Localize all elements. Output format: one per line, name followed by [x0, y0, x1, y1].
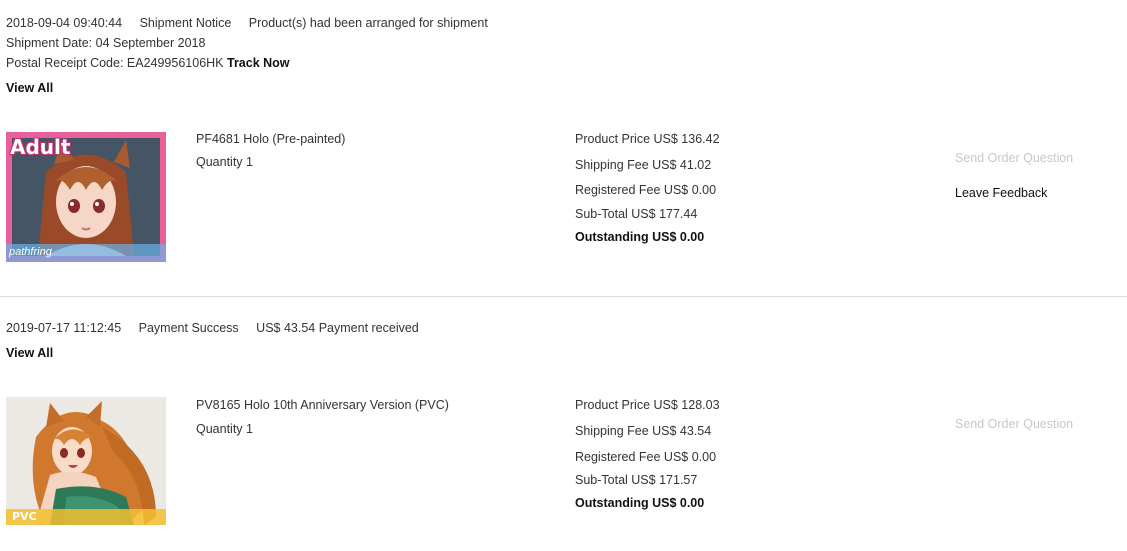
product-quantity: Quantity 1 [196, 422, 253, 436]
send-order-question-button[interactable]: Send Order Question [955, 417, 1073, 431]
product-name[interactable]: PV8165 Holo 10th Anniversary Version (PV… [196, 398, 449, 412]
order-block: 2018-09-04 09:40:44 Shipment Notice Prod… [0, 0, 1127, 295]
order-event-line: 2019-07-17 11:12:45 Payment Success US$ … [6, 321, 419, 335]
outstanding-amount: Outstanding US$ 0.00 [575, 496, 705, 510]
outstanding-amount: Outstanding US$ 0.00 [575, 230, 705, 244]
event-message: Product(s) had been arranged for shipmen… [248, 16, 488, 30]
sub-total: Sub-Total US$ 177.44 [575, 207, 698, 221]
shipping-fee: Shipping Fee US$ 41.02 [575, 158, 712, 172]
product-price: Product Price US$ 128.03 [575, 398, 720, 412]
product-thumbnail[interactable]: PVC [6, 397, 166, 525]
watermark-text: pathfring [9, 246, 52, 258]
leave-feedback-link[interactable]: Leave Feedback [955, 186, 1047, 200]
registered-fee: Registered Fee US$ 0.00 [575, 183, 717, 197]
postal-receipt-line: Postal Receipt Code: EA249956106HK Track… [6, 56, 290, 70]
pvc-badge: PVC [12, 510, 37, 523]
event-status: Shipment Notice [139, 16, 232, 30]
event-status: Payment Success [138, 321, 239, 335]
sub-total: Sub-Total US$ 171.57 [575, 473, 698, 487]
view-all-link[interactable]: View All [6, 81, 53, 95]
shipping-fee: Shipping Fee US$ 43.54 [575, 424, 712, 438]
product-price: Product Price US$ 136.42 [575, 132, 720, 146]
view-all-link[interactable]: View All [6, 346, 53, 360]
event-message: US$ 43.54 Payment received [256, 321, 419, 335]
product-thumbnail[interactable]: Adult pathfring [6, 132, 166, 262]
track-now-link[interactable]: Track Now [227, 56, 290, 70]
event-datetime: 2018-09-04 09:40:44 [6, 16, 123, 30]
holo-pvc-figure-image [6, 397, 166, 525]
order-event-line: 2018-09-04 09:40:44 Shipment Notice Prod… [6, 16, 488, 30]
event-datetime: 2019-07-17 11:12:45 [6, 321, 122, 335]
send-order-question-button[interactable]: Send Order Question [955, 151, 1073, 165]
shipment-date: Shipment Date: 04 September 2018 [6, 36, 206, 50]
order-block: 2019-07-17 11:12:45 Payment Success US$ … [0, 297, 1127, 551]
adult-badge: Adult [10, 135, 71, 159]
product-quantity: Quantity 1 [196, 155, 253, 169]
postal-receipt-code: Postal Receipt Code: EA249956106HK [6, 56, 224, 70]
product-name[interactable]: PF4681 Holo (Pre-painted) [196, 132, 345, 146]
registered-fee: Registered Fee US$ 0.00 [575, 450, 717, 464]
